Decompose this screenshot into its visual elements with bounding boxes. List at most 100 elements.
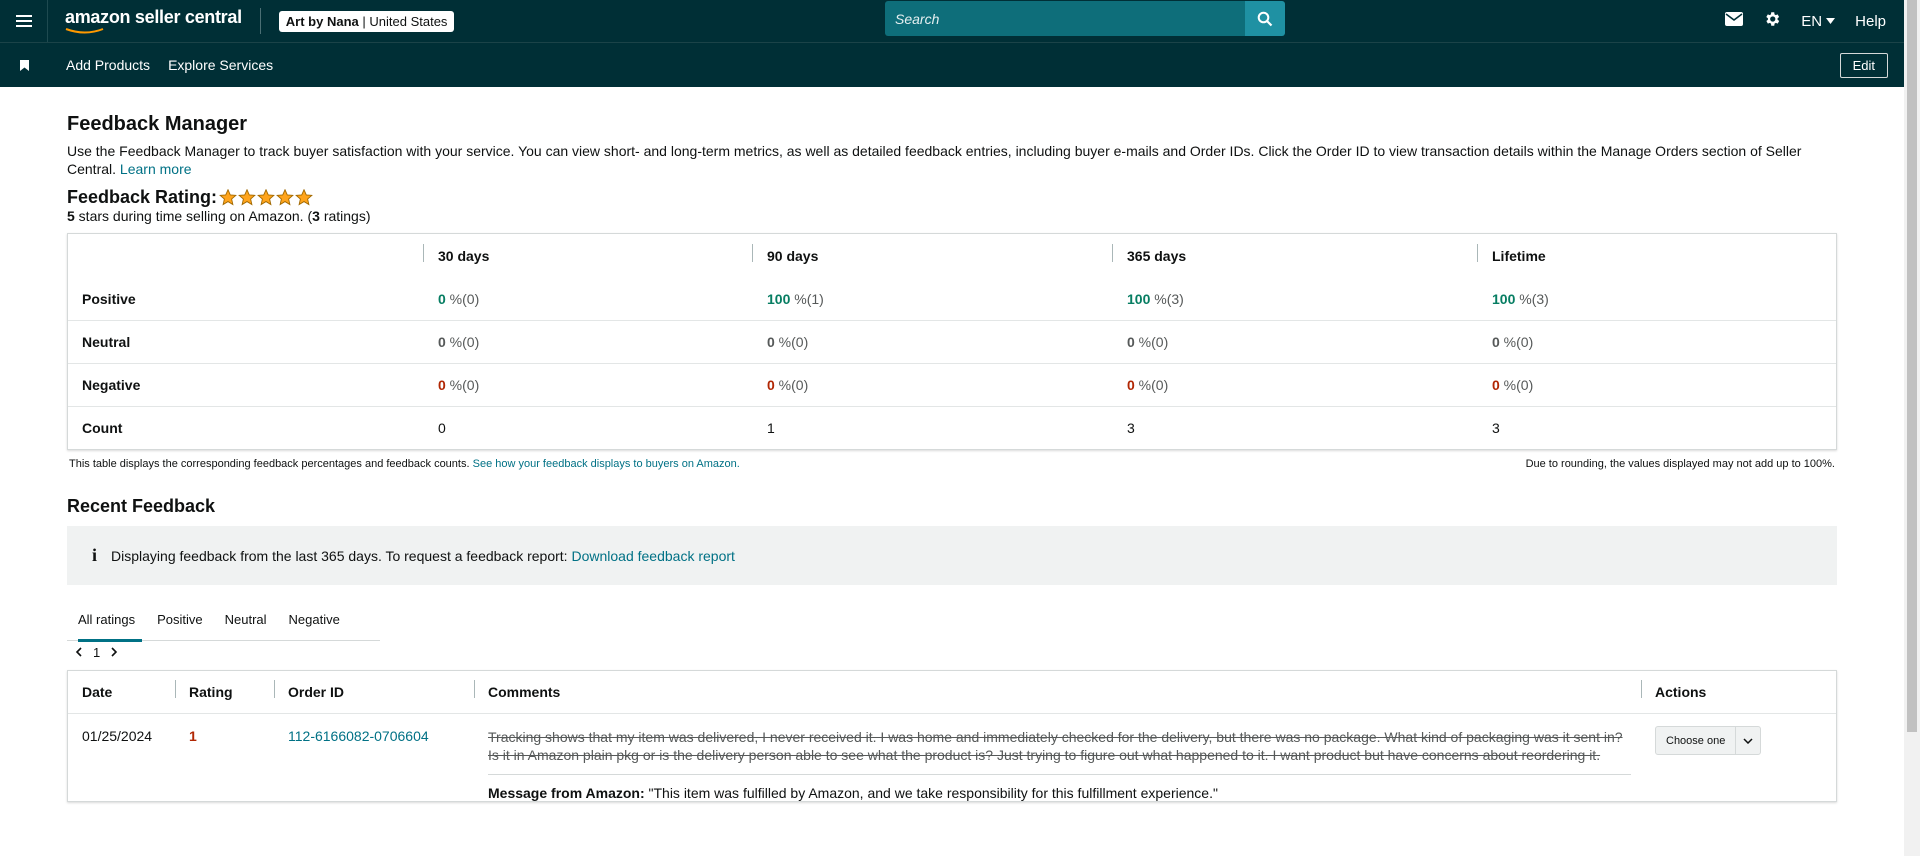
metrics-cell: 0 %(0) <box>423 334 752 350</box>
metrics-percent: 0 <box>767 334 775 350</box>
learn-more-link[interactable]: Learn more <box>120 161 192 177</box>
rating-title: Feedback Rating: <box>67 187 218 207</box>
pagination: 1 <box>67 645 1837 660</box>
prev-page-button[interactable] <box>75 645 83 660</box>
gear-icon <box>1766 12 1780 26</box>
metrics-percent: 0 <box>1492 334 1500 350</box>
metrics-header-90days: 90 days <box>752 243 1112 264</box>
metrics-cell: 0 %(0) <box>752 334 1112 350</box>
actions-cell: Choose one <box>1641 726 1836 801</box>
star-icon <box>238 189 256 206</box>
rating-summary-text: stars during time selling on Amazon. ( <box>74 208 313 224</box>
tab-negative[interactable]: Negative <box>278 599 351 641</box>
col-actions: Actions <box>1641 680 1836 700</box>
help-link[interactable]: Help <box>1855 13 1886 30</box>
amazon-message-label: Message from Amazon: <box>488 785 645 801</box>
hamburger-icon <box>15 15 32 27</box>
metrics-cell: 0 %(0) <box>1477 377 1836 393</box>
metrics-header-365days: 365 days <box>1112 243 1477 264</box>
metrics-row-neutral: Neutral 0 %(0) 0 %(0) 0 %(0) 0 %(0) <box>68 320 1836 363</box>
next-page-button[interactable] <box>110 645 118 660</box>
current-page[interactable]: 1 <box>93 645 100 660</box>
see-feedback-display-link[interactable]: See how your feedback displays to buyers… <box>473 458 740 470</box>
bookmark-button[interactable] <box>0 59 48 71</box>
settings-button[interactable] <box>1763 10 1781 32</box>
tab-neutral[interactable]: Neutral <box>214 599 278 641</box>
feedback-date: 01/25/2024 <box>82 728 153 744</box>
metrics-cell: 0 %(0) <box>1477 334 1836 350</box>
caret-down-icon <box>1826 18 1836 24</box>
feedback-comment: Tracking shows that my item was delivere… <box>488 729 1623 763</box>
store-region: United States <box>369 13 448 29</box>
metrics-header-row: 30 days 90 days 365 days Lifetime <box>68 234 1836 277</box>
edit-nav-button[interactable]: Edit <box>1839 53 1888 78</box>
search-input[interactable] <box>885 1 1245 36</box>
chevron-left-icon <box>75 647 82 657</box>
star-icon <box>295 189 313 206</box>
order-id-link-wrap: 112-6166082-0706604 <box>274 728 474 801</box>
metrics-cell: 100 %(3) <box>1112 291 1477 307</box>
metrics-row-label: Neutral <box>82 334 131 350</box>
metrics-count: %(0) <box>1134 334 1169 350</box>
chevron-right-icon <box>111 647 118 657</box>
download-feedback-report-link[interactable]: Download feedback report <box>571 548 734 564</box>
metrics-count: %(0) <box>1499 334 1534 350</box>
metrics-header-30days: 30 days <box>423 243 752 264</box>
order-id-link[interactable]: 112-6166082-0706604 <box>288 728 429 744</box>
mail-icon <box>1725 12 1744 26</box>
nav-add-products[interactable]: Add Products <box>66 57 150 73</box>
rating-stars-value: 5 <box>67 208 75 224</box>
metrics-percent: 0 <box>438 334 446 350</box>
feedback-rating: Feedback Rating: <box>67 187 1837 208</box>
metrics-percent: 100 <box>767 290 791 307</box>
mail-button[interactable] <box>1725 12 1744 30</box>
scrollbar-thumb[interactable] <box>1907 0 1917 732</box>
metrics-count: %(0) <box>1134 377 1169 393</box>
metrics-cell: 100 %(3) <box>1477 291 1836 307</box>
page-title: Feedback Manager <box>67 113 248 135</box>
rounding-note: Due to rounding, the values displayed ma… <box>1525 458 1835 470</box>
metrics-header-lifetime: Lifetime <box>1477 243 1836 264</box>
metrics-cell: 0 %(0) <box>1112 377 1477 393</box>
amazon-message: Message from Amazon: "This item was fulf… <box>488 774 1631 801</box>
page-scrollbar[interactable] <box>1904 0 1920 856</box>
page-intro: Use the Feedback Manager to track buyer … <box>67 142 1837 178</box>
action-dropdown[interactable]: Choose one <box>1655 726 1762 755</box>
metrics-count: %(3) <box>1515 290 1549 307</box>
metrics-count: %(1) <box>790 290 824 307</box>
metrics-cell: 100 %(1) <box>752 291 1112 307</box>
tab-all-ratings[interactable]: All ratings <box>67 599 146 642</box>
rating-summary: 5 stars during time selling on Amazon. (… <box>67 208 1837 224</box>
info-text: Displaying feedback from the last 365 da… <box>111 547 568 564</box>
info-icon: i <box>92 545 98 565</box>
metrics-row-label: Positive <box>82 290 136 307</box>
metrics-row-negative: Negative 0 %(0) 0 %(0) 0 %(0) 0 %(0) <box>68 363 1836 406</box>
logo-divider <box>259 8 261 34</box>
language-selector[interactable]: EN <box>1801 13 1836 30</box>
tab-positive[interactable]: Positive <box>146 599 214 641</box>
search-button[interactable] <box>1245 1 1285 36</box>
metrics-percent: 0 <box>438 290 446 307</box>
nav-explore-services[interactable]: Explore Services <box>168 57 273 73</box>
store-selector[interactable]: Art by Nana | United States <box>278 10 455 32</box>
metrics-percent: 0 <box>1127 377 1135 393</box>
metrics-count: %(3) <box>1150 290 1184 307</box>
intro-text: Use the Feedback Manager to track buyer … <box>67 143 1802 177</box>
chevron-down-icon <box>1736 737 1760 744</box>
star-icon <box>257 189 275 206</box>
metrics-cell: 0 %(0) <box>1112 334 1477 350</box>
amazon-smile-icon <box>65 28 104 34</box>
rating-count: 3 <box>312 208 320 224</box>
metrics-row-label: Negative <box>82 377 141 393</box>
rating-summary-end: ratings) <box>319 208 371 224</box>
feedback-rating: 1 <box>189 728 197 744</box>
logo-text: amazon seller central <box>65 7 242 27</box>
seller-central-logo[interactable]: amazon seller central <box>65 8 242 34</box>
hamburger-menu-button[interactable] <box>0 0 48 42</box>
metrics-cell: 0 <box>438 420 446 436</box>
col-rating: Rating <box>175 680 274 700</box>
metrics-cell: 0 %(0) <box>423 377 752 393</box>
metrics-cell: 0 %(0) <box>423 291 752 307</box>
metrics-count: %(0) <box>1499 377 1534 393</box>
rating-stars <box>219 189 313 206</box>
